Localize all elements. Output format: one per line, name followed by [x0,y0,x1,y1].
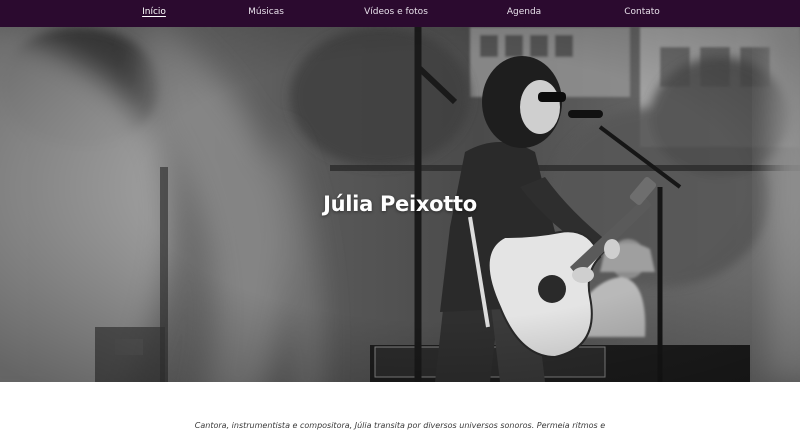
nav-link-contato[interactable]: Contato [624,0,660,27]
nav-link-inicio[interactable]: Início [142,0,166,27]
bio-text: Cantora, instrumentista e compositora, J… [194,421,606,430]
hero-banner: Júlia Peixotto [0,27,800,382]
hero-title: Júlia Peixotto [323,192,477,216]
nav-link-videos-e-fotos[interactable]: Vídeos e fotos [364,0,428,27]
top-navbar: Início Músicas Vídeos e fotos Agenda Con… [0,0,800,27]
nav-link-musicas[interactable]: Músicas [248,0,284,27]
nav-link-agenda[interactable]: Agenda [507,0,541,27]
